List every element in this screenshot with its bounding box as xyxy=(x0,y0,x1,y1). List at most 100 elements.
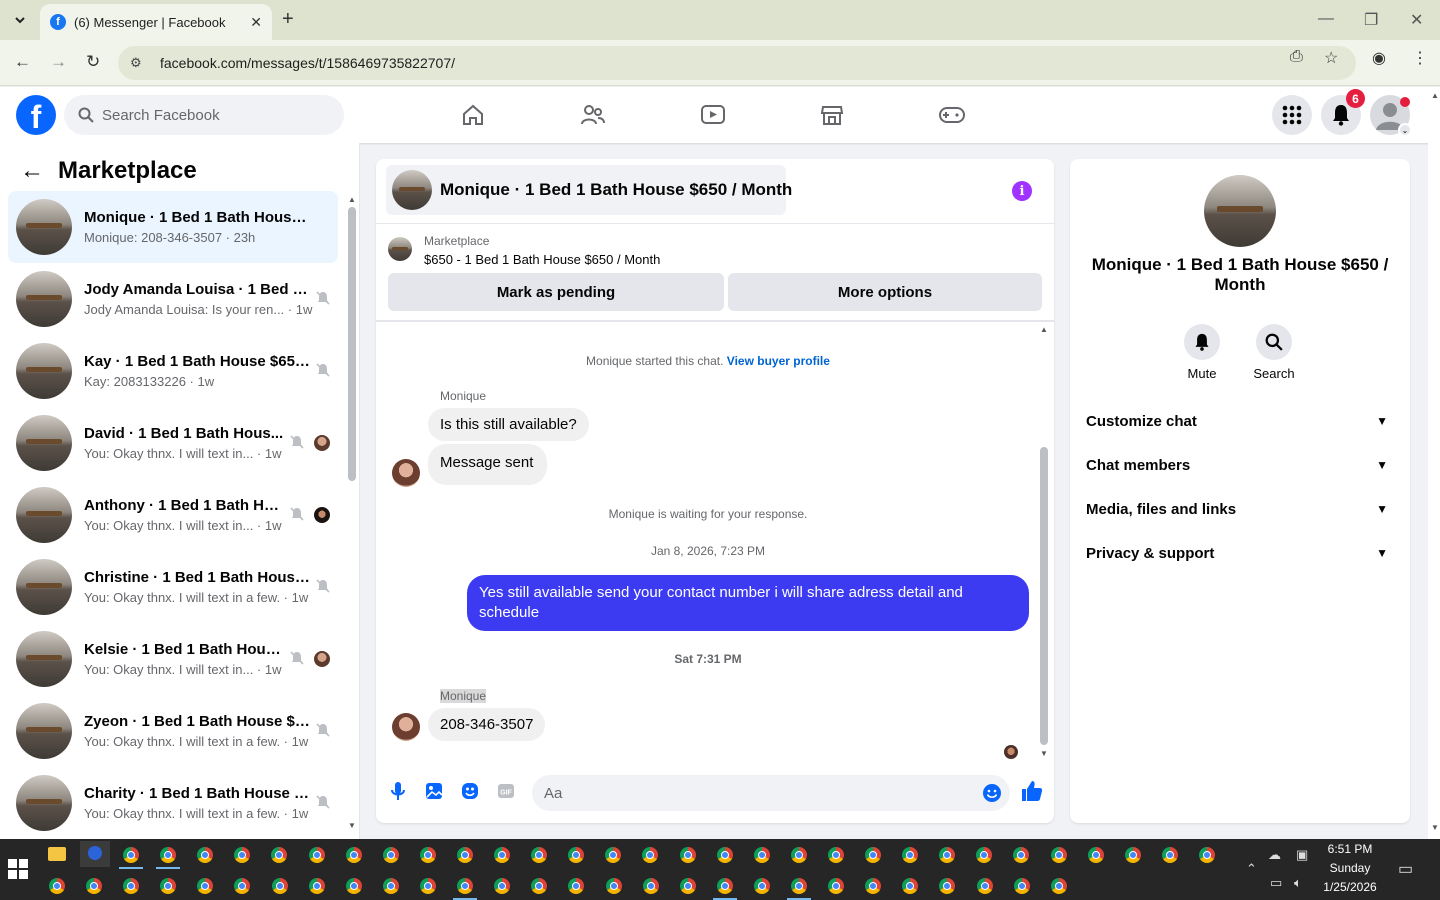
chrome-taskbar-icon[interactable] xyxy=(1088,847,1104,863)
chrome-taskbar-icon[interactable] xyxy=(383,878,399,894)
conversation-item[interactable]: Christine · 1 Bed 1 Bath House... You: Ok… xyxy=(8,551,338,623)
outgoing-message[interactable]: Yes still available send your contact nu… xyxy=(467,575,1029,631)
chrome-taskbar-icon[interactable] xyxy=(865,847,881,863)
chrome-taskbar-icon[interactable] xyxy=(568,878,584,894)
volume-icon[interactable]: 🔈︎ xyxy=(1294,875,1302,891)
tab-search-dropdown[interactable] xyxy=(6,6,34,34)
bookmark-star-icon[interactable]: ☆ xyxy=(1324,48,1338,68)
chrome-taskbar-icon[interactable] xyxy=(828,878,844,894)
chrome-taskbar-icon[interactable] xyxy=(939,878,955,894)
chrome-taskbar-icon[interactable] xyxy=(1162,847,1178,863)
menu-grid-button[interactable] xyxy=(1272,95,1312,135)
chrome-taskbar-icon[interactable] xyxy=(1014,878,1030,894)
clock-day[interactable]: Sunday xyxy=(1315,860,1385,877)
chrome-taskbar-icon[interactable] xyxy=(86,878,102,894)
scrollbar-thumb[interactable] xyxy=(1040,447,1048,745)
incoming-message[interactable]: Message sent xyxy=(428,444,548,485)
notification-center-icon[interactable]: ▭ xyxy=(1398,859,1413,879)
privacy-support-section[interactable]: Privacy & support ▼ xyxy=(1086,531,1394,575)
conversation-item[interactable]: Zyeon · 1 Bed 1 Bath House $6... You: Oka… xyxy=(8,695,338,767)
chrome-taskbar-icon[interactable] xyxy=(977,878,993,894)
chrome-taskbar-icon[interactable] xyxy=(197,878,213,894)
conversation-item[interactable]: David · 1 Bed 1 Bath Hous... You: Okay th… xyxy=(8,407,338,479)
chrome-taskbar-icon[interactable] xyxy=(420,847,436,863)
chrome-taskbar-icon[interactable] xyxy=(271,847,287,863)
friends-icon[interactable] xyxy=(577,99,609,131)
thumbs-up-icon[interactable] xyxy=(1020,779,1044,803)
address-bar[interactable]: ⚙ facebook.com/messages/t/15864697358227… xyxy=(118,46,1356,80)
file-explorer-icon[interactable] xyxy=(48,847,66,861)
chrome-taskbar-icon[interactable] xyxy=(902,847,918,863)
scroll-down-icon[interactable]: ▼ xyxy=(1040,749,1048,758)
close-window-button[interactable]: ✕ xyxy=(1410,10,1423,30)
chat-members-section[interactable]: Chat members ▼ xyxy=(1086,443,1394,487)
chrome-taskbar-icon[interactable] xyxy=(160,878,176,894)
gaming-icon[interactable] xyxy=(936,99,968,131)
notifications-button[interactable]: 6 xyxy=(1321,89,1365,135)
contact-avatar[interactable] xyxy=(392,459,420,487)
chrome-taskbar-icon[interactable] xyxy=(457,878,473,894)
info-icon[interactable]: i xyxy=(1012,181,1032,201)
chrome-taskbar-icon[interactable] xyxy=(420,878,436,894)
chrome-taskbar-icon[interactable] xyxy=(346,878,362,894)
forward-button[interactable]: → xyxy=(50,52,67,72)
chrome-taskbar-icon[interactable] xyxy=(865,878,881,894)
chrome-taskbar-icon[interactable] xyxy=(605,847,621,863)
network-icon[interactable]: ▭ xyxy=(1270,875,1282,891)
chrome-taskbar-icon[interactable] xyxy=(828,847,844,863)
show-hidden-icons-icon[interactable]: ⌃ xyxy=(1246,861,1257,877)
chrome-taskbar-icon[interactable] xyxy=(309,878,325,894)
site-info-icon[interactable]: ⚙ xyxy=(130,55,148,71)
chrome-taskbar-icon[interactable] xyxy=(346,847,362,863)
chrome-taskbar-icon[interactable] xyxy=(717,847,733,863)
home-icon[interactable] xyxy=(457,99,489,131)
chrome-taskbar-icon[interactable] xyxy=(680,847,696,863)
conversation-item[interactable]: Kelsie · 1 Bed 1 Bath Hous... You: Okay t… xyxy=(8,623,338,695)
chrome-taskbar-icon[interactable] xyxy=(791,847,807,863)
chrome-taskbar-icon[interactable] xyxy=(197,847,213,863)
meet-now-icon[interactable]: ▣ xyxy=(1296,847,1308,863)
conversation-item[interactable]: Anthony · 1 Bed 1 Bath Ho... You: Okay th… xyxy=(8,479,338,551)
conversation-item[interactable]: Jody Amanda Louisa · 1 Bed 1 ... Jody Ama… xyxy=(8,263,338,335)
search-in-chat-button[interactable]: Search xyxy=(1239,324,1309,381)
incoming-message[interactable]: 208-346-3507 xyxy=(428,708,546,741)
view-buyer-profile-link[interactable]: View buyer profile xyxy=(727,354,830,368)
chrome-taskbar-icon[interactable] xyxy=(902,878,918,894)
chrome-taskbar-icon[interactable] xyxy=(642,847,658,863)
back-button[interactable]: ← xyxy=(14,52,31,72)
gif-icon[interactable]: GIF xyxy=(496,781,516,801)
more-options-button[interactable]: More options xyxy=(728,273,1042,311)
chrome-taskbar-icon[interactable] xyxy=(531,878,547,894)
scroll-up-icon[interactable]: ▲ xyxy=(348,195,356,204)
chrome-taskbar-icon[interactable] xyxy=(383,847,399,863)
chrome-taskbar-icon[interactable] xyxy=(457,847,473,863)
sticker-icon[interactable] xyxy=(460,781,480,801)
profile-icon[interactable]: ◉ xyxy=(1372,48,1386,68)
chrome-taskbar-icon[interactable] xyxy=(1051,878,1067,894)
back-arrow-icon[interactable]: ← xyxy=(20,157,44,185)
conversation-item[interactable]: Monique · 1 Bed 1 Bath House $... Monique… xyxy=(8,191,338,263)
cloud-icon[interactable]: ☁ xyxy=(1268,847,1281,863)
scrollbar-thumb[interactable] xyxy=(348,207,356,481)
windows-start-icon[interactable] xyxy=(8,859,28,879)
chrome-taskbar-icon[interactable] xyxy=(123,847,139,863)
marketplace-icon[interactable] xyxy=(816,99,848,131)
restore-button[interactable]: ❐ xyxy=(1364,10,1378,30)
chrome-taskbar-icon[interactable] xyxy=(494,878,510,894)
chrome-taskbar-icon[interactable] xyxy=(1013,847,1029,863)
chrome-taskbar-icon[interactable] xyxy=(272,878,288,894)
chrome-taskbar-icon[interactable] xyxy=(160,847,176,863)
conversation-item[interactable]: Kay · 1 Bed 1 Bath House $650... Kay: 208… xyxy=(8,335,338,407)
clock-time[interactable]: 6:51 PM xyxy=(1315,841,1385,858)
page-scrollbar[interactable]: ▲ ▼ xyxy=(1428,87,1440,839)
minimize-button[interactable]: — xyxy=(1318,10,1334,28)
conversation-item[interactable]: Charity · 1 Bed 1 Bath House $... You: Ok… xyxy=(8,767,338,839)
chrome-taskbar-icon[interactable] xyxy=(1199,847,1215,863)
media-files-links-section[interactable]: Media, files and links ▼ xyxy=(1086,487,1394,531)
chrome-taskbar-icon[interactable] xyxy=(643,878,659,894)
chrome-taskbar-icon[interactable] xyxy=(976,847,992,863)
chrome-taskbar-icon[interactable] xyxy=(494,847,510,863)
new-tab-button[interactable]: + xyxy=(282,8,294,31)
photo-icon[interactable] xyxy=(424,781,444,801)
microphone-icon[interactable] xyxy=(388,781,408,801)
